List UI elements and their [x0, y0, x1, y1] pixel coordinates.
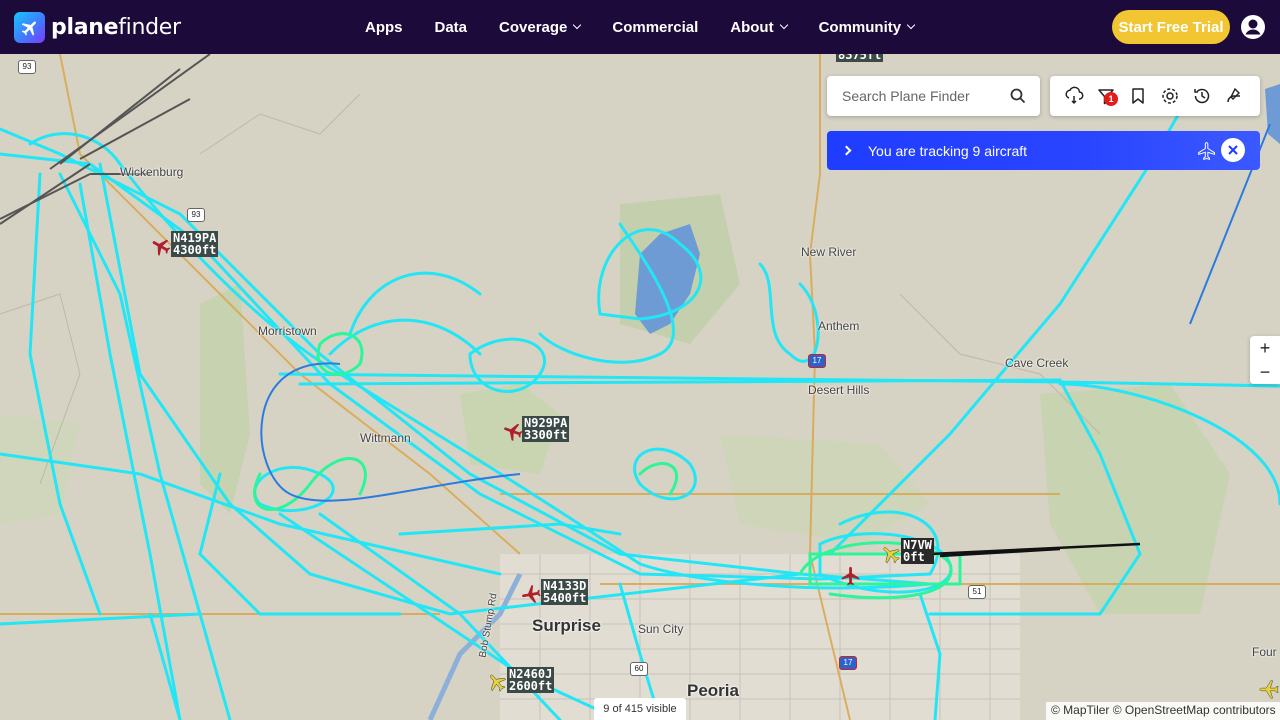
place-label: Four: [1252, 645, 1277, 659]
history-icon[interactable]: [1192, 86, 1212, 106]
aircraft-label-partial: 8375ft: [836, 54, 884, 62]
weather-icon[interactable]: [1064, 86, 1084, 106]
route-shield: 93: [18, 60, 36, 74]
route-shield: 60: [630, 662, 648, 676]
place-label: Desert Hills: [808, 383, 870, 397]
brand-name-light: finder: [118, 15, 181, 40]
map-attribution[interactable]: © MapTiler © OpenStreetMap contributors: [1046, 702, 1280, 720]
chevron-right-icon[interactable]: [841, 145, 852, 156]
settings-icon[interactable]: [1160, 86, 1180, 106]
route-shield: 93: [187, 208, 205, 222]
interstate-shield: 17: [808, 354, 826, 368]
aircraft-altitude: 5400ft: [543, 591, 587, 605]
aircraft-altitude: 8375ft: [838, 54, 882, 62]
place-label: Anthem: [818, 319, 860, 333]
aircraft-label-n2460j: N2460J 2600ft: [507, 667, 555, 693]
aircraft-icon[interactable]: [840, 565, 862, 587]
place-label: Wittmann: [360, 431, 411, 445]
aircraft-label-n7vw: N7VW 0ft: [901, 538, 934, 564]
chevron-down-icon: [906, 20, 916, 30]
aircraft-altitude: 3300ft: [524, 428, 568, 442]
nav-about[interactable]: About: [714, 19, 802, 36]
place-label: New River: [801, 245, 857, 259]
close-icon: [1228, 145, 1238, 155]
brand-name-bold: plane: [51, 15, 119, 40]
nav-label: Community: [818, 18, 902, 36]
nav-coverage[interactable]: Coverage: [483, 19, 596, 36]
aircraft-label-n929pa: N929PA 3300ft: [522, 416, 570, 442]
aircraft-icon[interactable]: [486, 671, 508, 693]
tracking-text: You are tracking 9 aircraft: [868, 142, 1028, 159]
search-icon[interactable]: [1010, 88, 1026, 104]
close-tracking-button[interactable]: [1221, 138, 1245, 162]
zoom-out-button[interactable]: −: [1250, 360, 1280, 384]
aircraft-icon[interactable]: [150, 235, 172, 257]
place-label-surprise: Surprise: [532, 616, 601, 635]
place-label: Cave Creek: [1005, 356, 1069, 370]
nav-label: About: [730, 18, 774, 36]
plane-icon: [1198, 142, 1215, 160]
zoom-in-button[interactable]: +: [1250, 336, 1280, 360]
nav-label: Coverage: [499, 18, 568, 36]
route-shield: 51: [968, 585, 986, 599]
logo-plane-icon: [14, 12, 45, 43]
aircraft-label-n419pa: N419PA 4300ft: [171, 231, 219, 257]
zoom-control: + −: [1250, 336, 1280, 384]
visible-aircraft-count: 9 of 415 visible: [594, 698, 686, 720]
nav-label: Data: [434, 18, 468, 36]
airport-icon[interactable]: [1224, 86, 1244, 106]
nav-label: Apps: [365, 18, 403, 36]
aircraft-icon[interactable]: [502, 420, 524, 442]
chevron-down-icon: [573, 20, 582, 30]
aircraft-icon[interactable]: [520, 583, 542, 605]
nav-community[interactable]: Community: [803, 19, 931, 36]
aircraft-icon[interactable]: [880, 543, 902, 565]
tracking-banner[interactable]: You are tracking 9 aircraft: [827, 131, 1260, 170]
nav-data[interactable]: Data: [419, 19, 484, 36]
aircraft-label-n4133d: N4133D 5400ft: [541, 579, 589, 605]
aircraft-altitude: 0ft: [903, 550, 925, 564]
nav-label: Commercial: [612, 18, 699, 36]
start-free-trial-button[interactable]: Start Free Trial: [1112, 10, 1230, 44]
nav-apps[interactable]: Apps: [349, 19, 419, 36]
chevron-down-icon: [779, 20, 788, 30]
aircraft-altitude: 4300ft: [173, 243, 217, 257]
interstate-shield: 17: [839, 656, 857, 670]
aircraft-icon[interactable]: [1258, 678, 1280, 700]
top-navigation-bar: planefinder Apps Data Coverage Commercia…: [0, 0, 1280, 54]
map-toolbar: [1050, 76, 1260, 116]
bookmark-icon[interactable]: [1128, 86, 1148, 106]
main-nav: Apps Data Coverage Commercial About Comm…: [349, 0, 930, 54]
place-label: Wickenburg: [120, 165, 184, 179]
nav-commercial[interactable]: Commercial: [596, 19, 714, 36]
place-label-peoria: Peoria: [687, 681, 739, 700]
aircraft-altitude: 2600ft: [509, 679, 553, 693]
place-label: Sun City: [638, 622, 684, 636]
search-box[interactable]: [827, 76, 1040, 116]
filter-count-badge: 1: [1104, 92, 1118, 106]
search-input[interactable]: [842, 88, 1002, 104]
place-label: Morristown: [258, 324, 317, 338]
account-icon[interactable]: [1240, 14, 1266, 40]
planefinder-logo[interactable]: planefinder: [14, 12, 181, 43]
